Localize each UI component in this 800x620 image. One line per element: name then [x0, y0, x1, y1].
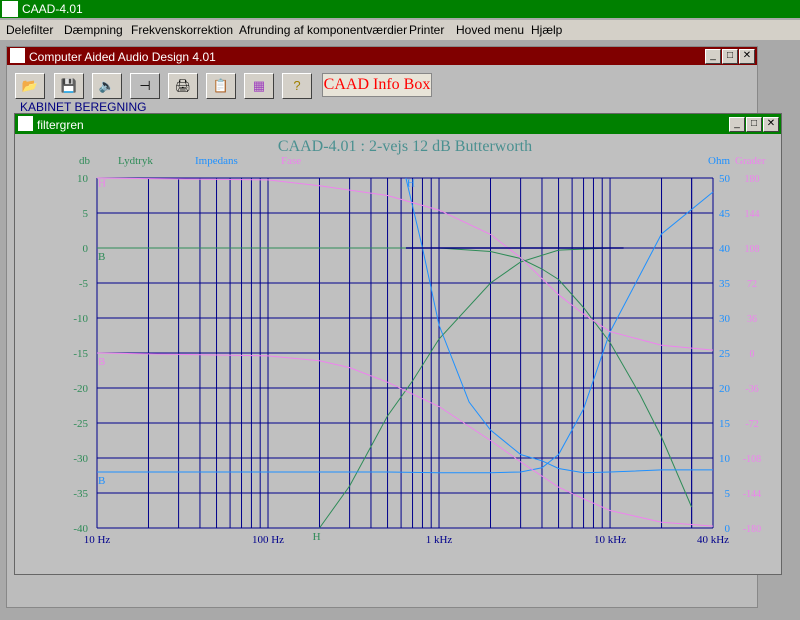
curve-marker: B: [98, 356, 105, 368]
db-tick-label: -35: [73, 488, 88, 500]
grader-tick-label: -72: [745, 419, 758, 430]
ohm-tick-label: 40: [719, 243, 731, 255]
grader-tick-label: 180: [745, 174, 760, 185]
ohm-tick-label: 50: [719, 173, 731, 185]
grader-tick-label: 36: [747, 314, 757, 325]
db-tick-label: -30: [73, 453, 88, 465]
ohm-tick-label: 10: [719, 453, 731, 465]
ohm-unit-label: Ohm: [708, 155, 730, 167]
grader-tick-label: 0: [750, 349, 755, 360]
ohm-tick-label: 20: [719, 383, 731, 395]
grader-tick-label: -36: [745, 384, 758, 395]
db-tick-label: 0: [83, 243, 89, 255]
db-tick-label: -20: [73, 383, 88, 395]
grader-tick-label: -180: [743, 524, 761, 535]
x-tick-label: 40 kHz: [697, 534, 729, 546]
db-tick-label: -10: [73, 313, 88, 325]
curve-marker: H: [313, 531, 321, 543]
series-line-fase: [96, 352, 714, 527]
x-tick-label: 10 Hz: [84, 534, 111, 546]
x-tick-label: 10 kHz: [594, 534, 626, 546]
legend-item: Fase: [281, 155, 301, 167]
chart-title: CAAD-4.01 : 2-vejs 12 dB Butterworth: [278, 138, 532, 155]
grader-tick-label: -108: [743, 454, 761, 465]
curve-marker: H: [407, 178, 415, 190]
series-line-fase: [96, 177, 714, 351]
curve-marker: H: [98, 178, 106, 190]
ohm-tick-label: 25: [719, 348, 731, 360]
x-tick-label: 100 Hz: [252, 534, 284, 546]
ohm-tick-label: 30: [719, 313, 731, 325]
grader-tick-label: 72: [747, 279, 757, 290]
ohm-tick-label: 45: [719, 208, 731, 220]
frequency-plot: CAAD-4.01 : 2-vejs 12 dB Butterworth db Ly…: [73, 138, 766, 546]
curve-marker: B: [98, 475, 105, 487]
db-unit-label: db: [79, 155, 91, 167]
ohm-tick-label: 5: [725, 488, 731, 500]
grader-tick-label: -144: [743, 489, 761, 500]
db-tick-label: -15: [73, 348, 88, 360]
db-tick-label: -5: [79, 278, 89, 290]
db-tick-label: 10: [77, 173, 89, 185]
legend-item: Impedans: [195, 155, 238, 167]
db-tick-label: -25: [73, 418, 88, 430]
ohm-tick-label: 15: [719, 418, 731, 430]
curve-marker: B: [98, 251, 105, 263]
legend-item: Lydtryk: [118, 155, 153, 167]
db-tick-label: 5: [83, 208, 89, 220]
grader-unit-label: Grader: [735, 155, 766, 167]
ohm-tick-label: 35: [719, 278, 731, 290]
grader-tick-label: 108: [745, 244, 760, 255]
series-line-impedans: [97, 191, 714, 474]
x-tick-label: 1 kHz: [426, 534, 453, 546]
grader-tick-label: 144: [745, 209, 760, 220]
